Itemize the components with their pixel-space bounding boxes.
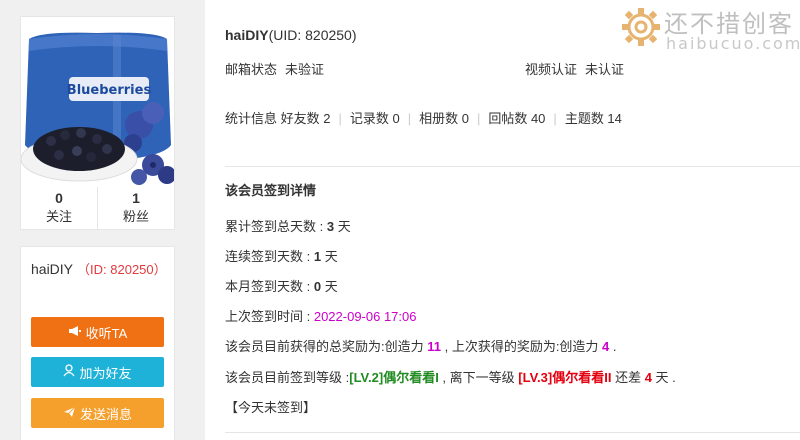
header-uid: (UID: 820250)	[268, 27, 357, 43]
listen-button-label: 收听TA	[85, 325, 128, 341]
signin-month-value: 0	[313, 279, 322, 294]
signin-consecutive-days: 连续签到天数 : 1 天	[225, 247, 338, 267]
signin-total-days: 累计签到总天数 : 3 天	[225, 217, 351, 237]
replies-count-link[interactable]: 回帖数 40	[488, 111, 545, 126]
divider: |	[476, 111, 481, 126]
signin-last-label: 上次签到时间 :	[225, 309, 314, 324]
email-status: 邮箱状态 未验证	[225, 60, 324, 80]
following-label: 关注	[45, 209, 72, 224]
site-watermark: 还不措创客 haibucuo.com	[618, 2, 800, 53]
reward-prefix: 该会员目前获得的总奖励为:创造力	[225, 339, 428, 354]
day-unit: 天	[321, 279, 338, 294]
divider: |	[553, 111, 557, 126]
stats-info-label: 统计信息	[225, 111, 278, 126]
signin-month-days: 本月签到天数 : 0 天	[225, 277, 338, 297]
following-count: 0	[55, 190, 63, 206]
level-diff-suffix: 天 .	[651, 370, 676, 385]
stats-info: 统计信息 好友数 2 | 记录数 0 | 相册数 0 | 回帖数 40 | 主题数 14	[225, 109, 622, 129]
level-current: [LV.2]偶尔看看I	[349, 370, 439, 385]
listen-button[interactable]: 收听TA	[31, 317, 164, 347]
page-title: haiDIY(UID: 820250)	[225, 25, 357, 45]
section-divider	[225, 432, 800, 433]
signin-today-status: 【今天未签到】	[225, 400, 317, 415]
package-brand-text: Blueberries	[67, 83, 152, 98]
day-unit: 天	[321, 249, 338, 264]
level-diff-prefix: 还差	[611, 370, 645, 385]
watermark-text-en: haibucuo.com	[666, 34, 800, 53]
topics-count-link[interactable]: 主题数 14	[565, 111, 622, 126]
divider: |	[407, 111, 412, 126]
signin-total-label: 累计签到总天数 :	[225, 219, 327, 234]
fans-stat[interactable]: 1 粉丝	[97, 187, 174, 229]
video-status-label: 视频认证	[525, 62, 578, 77]
signin-last-value: 2022-09-06 17:06	[313, 309, 417, 324]
reward-middle: , 上次获得的奖励为:创造力	[440, 339, 603, 354]
divider: |	[338, 111, 342, 126]
level-next: [LV.3]偶尔看看II	[518, 370, 612, 385]
user-id: （ID: 820250）	[77, 262, 167, 277]
friends-count-link[interactable]: 好友数 2	[281, 111, 331, 126]
records-count-link[interactable]: 记录数 0	[350, 111, 400, 126]
signin-consecutive-label: 连续签到天数 :	[225, 249, 314, 264]
paper-plane-icon	[63, 406, 76, 421]
user-actions-card: haiDIY （ID: 820250） 收听TA 加为好友 发送消息	[20, 246, 175, 440]
send-message-button-label: 发送消息	[79, 406, 132, 422]
level-prefix: 该会员目前签到等级 :	[225, 370, 350, 385]
signin-level: 该会员目前签到等级 :[LV.2]偶尔看看I , 离下一等级 [LV.3]偶尔看…	[225, 368, 676, 388]
avatar[interactable]: Blueberries	[21, 25, 174, 188]
follow-stats: 0 关注 1 粉丝	[21, 187, 174, 229]
signin-rewards: 该会员目前获得的总奖励为:创造力 11 , 上次获得的奖励为:创造力 4 .	[225, 337, 617, 357]
fans-label: 粉丝	[122, 209, 149, 224]
email-status-label: 邮箱状态	[225, 62, 278, 77]
day-unit: 天	[334, 219, 351, 234]
profile-card: Blueberries 0 关注 1 粉丝	[20, 16, 175, 230]
add-friend-button-label: 加为好友	[79, 365, 132, 381]
profile-main: haiDIY(UID: 820250) 邮箱状态 未验证 视频认证 未认证 统计信息…	[205, 0, 800, 440]
video-status: 视频认证 未认证	[525, 60, 624, 80]
albums-count-link[interactable]: 相册数 0	[419, 111, 469, 126]
profile-sidebar: Blueberries 0 关注 1 粉丝 haiDIY （ID: 820250…	[0, 0, 195, 440]
signin-section-title: 该会员签到详情	[225, 183, 317, 198]
reward-suffix: .	[609, 339, 617, 354]
user-name-block: haiDIY （ID: 820250）	[31, 259, 171, 280]
header-username: haiDIY	[225, 27, 269, 43]
level-diff: 4	[644, 370, 652, 385]
signin-total-value: 3	[326, 219, 335, 234]
email-status-value: 未验证	[285, 62, 325, 77]
send-message-button[interactable]: 发送消息	[31, 398, 164, 428]
gear-icon	[620, 6, 662, 51]
avatar-image: Blueberries	[21, 25, 174, 188]
video-status-value: 未认证	[585, 62, 625, 77]
add-user-icon	[63, 364, 76, 380]
add-friend-button[interactable]: 加为好友	[31, 357, 164, 387]
level-middle: , 离下一等级	[438, 370, 519, 385]
user-name: haiDIY	[31, 261, 74, 277]
fans-count: 1	[132, 190, 140, 206]
signin-consecutive-value: 1	[313, 249, 322, 264]
section-divider	[225, 166, 800, 167]
following-stat[interactable]: 0 关注	[21, 187, 97, 229]
signin-month-label: 本月签到天数 :	[225, 279, 314, 294]
reward-total: 11	[427, 339, 441, 354]
signin-last-time: 上次签到时间 : 2022-09-06 17:06	[225, 307, 417, 327]
megaphone-icon	[68, 325, 82, 340]
